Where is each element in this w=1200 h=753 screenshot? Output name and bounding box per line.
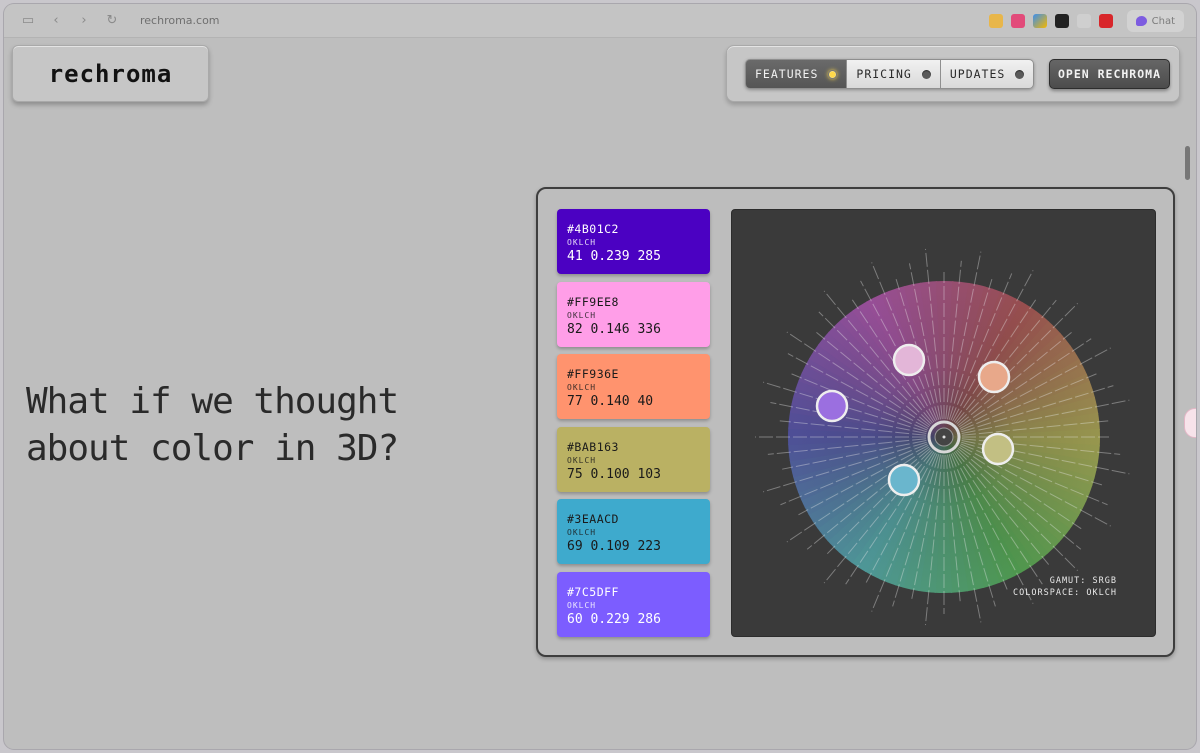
chat-button[interactable]: Chat [1126, 10, 1184, 32]
browser-window: ▭ ‹ › ↻ rechroma.com Chat rechroma FEATU… [4, 4, 1196, 749]
swatch-values: 77 0.140 40 [567, 394, 654, 409]
color-swatch[interactable]: #7C5DFF OKLCH 60 0.229 286 [557, 572, 710, 637]
extensions-bar: Chat [988, 10, 1184, 32]
nav-tab-label: PRICING [856, 67, 912, 81]
inactive-indicator-icon [1015, 69, 1025, 79]
reload-icon[interactable]: ↻ [98, 9, 126, 33]
color-swatch[interactable]: #BAB163 OKLCH 75 0.100 103 [557, 427, 710, 492]
logo-container[interactable]: rechroma [12, 45, 209, 102]
pink-extension-icon[interactable] [1010, 14, 1025, 28]
color-swatch[interactable]: #FF936E OKLCH 77 0.140 40 [557, 354, 710, 419]
font-extension-icon[interactable] [1076, 14, 1091, 28]
viewer-info: GAMUT: SRGB COLORSPACE: OKLCH [1013, 575, 1117, 599]
browser-nav: ▭ ‹ › ↻ [14, 9, 126, 33]
main-nav: FEATURES PRICING UPDATES OPEN RECHROMA [726, 45, 1180, 102]
color-swatch[interactable]: #3EAACD OKLCH 69 0.109 223 [557, 499, 710, 564]
chat-label: Chat [1151, 15, 1175, 27]
nav-tab-label: UPDATES [949, 67, 1006, 81]
colorspace-label: COLORSPACE: OKLCH [1013, 588, 1117, 598]
nav-tab-features[interactable]: FEATURES [745, 59, 848, 89]
color-swatch[interactable]: #FF9EE8 OKLCH 82 0.146 336 [557, 282, 710, 347]
swatch-values: 75 0.100 103 [567, 467, 661, 482]
swatch-hex: #FF9EE8 [567, 295, 619, 309]
inactive-indicator-icon [921, 69, 931, 79]
swatch-hex: #FF936E [567, 367, 619, 381]
hero-line-1: What if we thought [26, 381, 399, 422]
nav-tab-label: FEATURES [755, 67, 819, 81]
color-handle[interactable] [981, 432, 1015, 466]
demo-panel: #4B01C2 OKLCH 41 0.239 285 #FF9EE8 OKLCH 82 0… [536, 187, 1175, 657]
swatch-hex: #BAB163 [567, 440, 619, 454]
folder-extension-icon[interactable] [988, 14, 1003, 28]
swatch-values: 82 0.146 336 [567, 322, 661, 337]
swatch-hex: #7C5DFF [567, 585, 619, 599]
floating-extension-badge[interactable] [1184, 408, 1196, 438]
swatch-colorspace: OKLCH [567, 311, 597, 320]
color-wheel[interactable] [732, 210, 1156, 637]
swatch-hex: #4B01C2 [567, 222, 619, 236]
youtube-extension-icon[interactable] [1098, 14, 1113, 28]
active-indicator-icon [828, 69, 838, 79]
hero-line-2: about color in 3D? [26, 428, 399, 469]
swatch-colorspace: OKLCH [567, 238, 597, 247]
swatch-colorspace: OKLCH [567, 383, 597, 392]
play-extension-icon[interactable] [1032, 14, 1047, 28]
swatch-values: 69 0.109 223 [567, 539, 661, 554]
site-logo: rechroma [48, 59, 173, 88]
swatch-colorspace: OKLCH [567, 528, 597, 537]
swatch-values: 41 0.239 285 [567, 249, 661, 264]
scrollbar-thumb[interactable] [1185, 146, 1190, 180]
color-handle[interactable] [892, 343, 926, 377]
swatch-colorspace: OKLCH [567, 601, 597, 610]
open-rechroma-button[interactable]: OPEN RECHROMA [1049, 59, 1170, 89]
nav-tab-pricing[interactable]: PRICING [847, 59, 941, 89]
figma-extension-icon[interactable] [1054, 14, 1069, 28]
chat-icon [1135, 16, 1147, 26]
swatch-hex: #3EAACD [567, 512, 619, 526]
color-handle[interactable] [887, 463, 921, 497]
forward-icon[interactable]: › [70, 9, 98, 33]
hero-heading: What if we thought about color in 3D? [26, 378, 446, 472]
color-wheel-viewer[interactable]: GAMUT: SRGB COLORSPACE: OKLCH [731, 209, 1156, 637]
color-handle[interactable] [815, 389, 849, 423]
nav-tabs: FEATURES PRICING UPDATES [745, 59, 1035, 89]
address-bar[interactable]: rechroma.com [140, 14, 220, 27]
gamut-label: GAMUT: SRGB [1049, 576, 1117, 586]
back-icon[interactable]: ‹ [42, 9, 70, 33]
swatch-colorspace: OKLCH [567, 456, 597, 465]
browser-toolbar: ▭ ‹ › ↻ rechroma.com Chat [4, 4, 1196, 38]
nav-tab-updates[interactable]: UPDATES [940, 59, 1035, 89]
color-handle[interactable] [977, 360, 1011, 394]
center-dot [942, 435, 946, 439]
swatch-values: 60 0.229 286 [567, 612, 661, 627]
sidebar-toggle-icon[interactable]: ▭ [14, 9, 42, 33]
color-swatch[interactable]: #4B01C2 OKLCH 41 0.239 285 [557, 209, 710, 274]
